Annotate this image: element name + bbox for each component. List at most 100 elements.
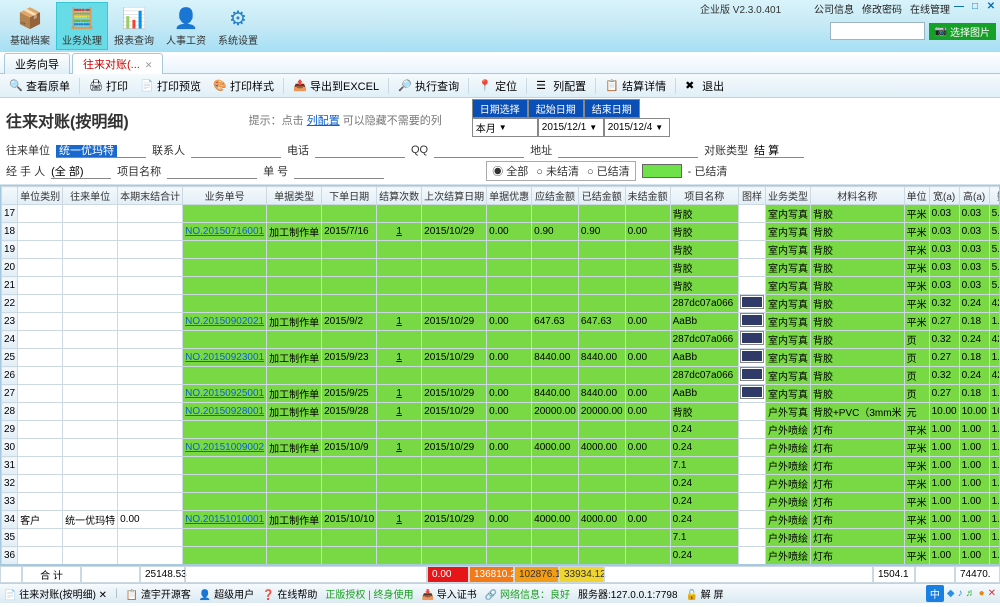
col-上次结算日期[interactable]: 上次结算日期 bbox=[422, 187, 487, 205]
radio-all[interactable]: ◉ 全部 bbox=[492, 163, 528, 179]
select-image-button[interactable]: 📷 选择图片 bbox=[929, 23, 996, 40]
tray-icon[interactable]: ♬ bbox=[966, 588, 976, 599]
tbtn-执行查询[interactable]: 🔎执行查询 bbox=[393, 77, 464, 95]
tbtn-查看原单[interactable]: 🔍查看原单 bbox=[4, 77, 75, 95]
status-tab[interactable]: 📄 往来对账(按明细) ✕ bbox=[4, 586, 107, 601]
table-row[interactable]: 290.24户外喷绘灯布平米1.001.001.001000.001.00100… bbox=[2, 421, 1000, 439]
table-row[interactable]: 18NO.20150716001加工制作单2015/7/1612015/10/2… bbox=[2, 223, 1000, 241]
main-btn-报表查询[interactable]: 📊 报表查询 bbox=[108, 2, 160, 50]
order-link[interactable]: NO.20150928001 bbox=[185, 406, 264, 417]
order-link[interactable]: NO.20151010001 bbox=[185, 514, 264, 525]
order-link[interactable]: NO.20150902021 bbox=[185, 316, 264, 327]
col-单位类别[interactable]: 单位类别 bbox=[18, 187, 63, 205]
tab-业务向导[interactable]: 业务向导 bbox=[4, 53, 70, 74]
in-proj[interactable] bbox=[167, 163, 257, 179]
col-往来单位[interactable]: 往来单位 bbox=[63, 187, 118, 205]
table-row[interactable]: 21背胶室内写真背胶平米0.030.035.0020.000.000.10 bbox=[2, 277, 1000, 295]
in-qq[interactable] bbox=[434, 142, 524, 158]
tbtn-结算详情[interactable]: 📋结算详情 bbox=[600, 77, 671, 95]
maximize-icon[interactable]: □ bbox=[968, 0, 982, 12]
tbtn-退出[interactable]: ✖退出 bbox=[680, 77, 729, 95]
tbtn-打印预览[interactable]: 📄打印预览 bbox=[135, 77, 206, 95]
col-单位[interactable]: 单位 bbox=[904, 187, 929, 205]
unit-chip[interactable]: 统一优玛特 bbox=[56, 145, 117, 157]
main-btn-基础档案[interactable]: 📦 基础档案 bbox=[4, 2, 56, 50]
tray-icon[interactable]: ✕ bbox=[988, 588, 996, 599]
table-row[interactable]: 330.24户外喷绘灯布平米1.001.001.001000.001.00100… bbox=[2, 493, 1000, 511]
in-contact[interactable] bbox=[191, 142, 281, 158]
main-btn-系统设置[interactable]: ⚙ 系统设置 bbox=[212, 2, 264, 50]
date-start[interactable]: 2015/12/1▼ bbox=[538, 118, 604, 137]
radio-unsettled[interactable]: ○ 未结清 bbox=[536, 163, 579, 179]
minimize-icon[interactable]: — bbox=[952, 0, 966, 12]
table-row[interactable]: 23NO.20150902021加工制作单2015/9/212015/10/29… bbox=[2, 313, 1000, 331]
col-已结金额[interactable]: 已结金额 bbox=[578, 187, 625, 205]
link-online[interactable]: 在线管理 bbox=[910, 1, 950, 16]
table-row[interactable]: 360.24户外喷绘灯布平米1.001.001.001000.001.00100… bbox=[2, 547, 1000, 565]
col-数量[interactable]: 数量 bbox=[989, 187, 1000, 205]
col-高(a)[interactable]: 高(a) bbox=[959, 187, 989, 205]
col-业务单号[interactable]: 业务单号 bbox=[183, 187, 267, 205]
link-password[interactable]: 修改密码 bbox=[862, 1, 902, 16]
tray-ime[interactable]: 中 bbox=[926, 585, 944, 602]
tray-icon[interactable]: ● bbox=[979, 588, 985, 599]
order-link[interactable]: NO.20150716001 bbox=[185, 226, 264, 237]
order-link[interactable]: NO.20150923001 bbox=[185, 352, 264, 363]
tbtn-导出到EXCEL[interactable]: 📤导出到EXCEL bbox=[288, 77, 384, 95]
tab-往来对账(...[interactable]: 往来对账(...✕ bbox=[72, 53, 163, 74]
date-sel-type[interactable]: 本月▼ bbox=[472, 118, 538, 137]
col-材料名称[interactable]: 材料名称 bbox=[810, 187, 904, 205]
table-row[interactable]: 27NO.20150925001加工制作单2015/9/2512015/10/2… bbox=[2, 385, 1000, 403]
status-item-1[interactable]: 📋 渣宇开源客 bbox=[126, 586, 191, 601]
table-row[interactable]: 25NO.20150923001加工制作单2015/9/2312015/10/2… bbox=[2, 349, 1000, 367]
col-业务类型[interactable]: 业务类型 bbox=[765, 187, 810, 205]
order-link[interactable]: NO.20150925001 bbox=[185, 388, 264, 399]
table-row[interactable]: 357.1户外喷绘灯布平米1.001.001.001000.001.001000… bbox=[2, 529, 1000, 547]
data-grid[interactable]: 单位类别往来单位本期末结合计业务单号单据类型下单日期结算次数上次结算日期单据优惠… bbox=[0, 185, 1000, 565]
table-row[interactable]: 22287dc07a066室内写真背胶平米0.320.24421.0020.00… bbox=[2, 295, 1000, 313]
table-row[interactable]: 30NO.20151009002加工制作单2015/10/912015/10/2… bbox=[2, 439, 1000, 457]
order-link[interactable]: NO.20151009002 bbox=[185, 442, 264, 453]
in-addr[interactable] bbox=[558, 142, 698, 158]
col-结算次数[interactable]: 结算次数 bbox=[377, 187, 422, 205]
link-company[interactable]: 公司信息 bbox=[814, 1, 854, 16]
table-row[interactable]: 17背胶室内写真背胶平米0.030.035.0020.000.000.10 bbox=[2, 205, 1000, 223]
table-row[interactable]: 317.1户外喷绘灯布平米1.001.001.001000.001.001000… bbox=[2, 457, 1000, 475]
in-rec-type[interactable]: 结 算 bbox=[754, 142, 804, 158]
status-import[interactable]: 📥 导入证书 bbox=[422, 586, 477, 601]
col-项目名称[interactable]: 项目名称 bbox=[670, 187, 738, 205]
main-btn-业务处理[interactable]: 🧮 业务处理 bbox=[56, 2, 108, 50]
close-icon[interactable]: ✕ bbox=[984, 0, 998, 12]
in-no[interactable] bbox=[294, 163, 384, 179]
col-未结金额[interactable]: 未结金额 bbox=[625, 187, 670, 205]
table-row[interactable]: 24287dc07a066室内写真背胶页0.320.24421.0020.000… bbox=[2, 331, 1000, 349]
in-phone[interactable] bbox=[315, 142, 405, 158]
table-row[interactable]: 26287dc07a066室内写真背胶页0.320.24421.0020.000… bbox=[2, 367, 1000, 385]
tray-icon[interactable]: ◆ bbox=[947, 588, 955, 599]
tray-icon[interactable]: ♪ bbox=[958, 588, 963, 599]
tbtn-列配置[interactable]: ☰列配置 bbox=[531, 77, 591, 95]
col-下单日期[interactable]: 下单日期 bbox=[322, 187, 377, 205]
table-row[interactable]: 28NO.20150928001加工制作单2015/9/2812015/10/2… bbox=[2, 403, 1000, 421]
tbtn-打印[interactable]: 🖨打印 bbox=[84, 77, 133, 95]
tbtn-定位[interactable]: 📍定位 bbox=[473, 77, 522, 95]
table-row[interactable]: 20背胶室内写真背胶平米0.030.035.0020.000.000.10 bbox=[2, 259, 1000, 277]
col-本期末结合计[interactable]: 本期末结合计 bbox=[118, 187, 183, 205]
col-图样[interactable]: 图样 bbox=[738, 187, 765, 205]
tbtn-打印样式[interactable]: 🎨打印样式 bbox=[208, 77, 279, 95]
table-row[interactable]: 320.24户外喷绘灯布平米1.001.001.001000.001.00100… bbox=[2, 475, 1000, 493]
tab-close-icon[interactable]: ✕ bbox=[145, 60, 153, 70]
in-handler[interactable]: (全 部) bbox=[51, 163, 111, 179]
col-单据类型[interactable]: 单据类型 bbox=[267, 187, 322, 205]
col-单据优惠[interactable]: 单据优惠 bbox=[487, 187, 532, 205]
main-btn-人事工资[interactable]: 👤 人事工资 bbox=[160, 2, 212, 50]
date-end[interactable]: 2015/12/4▼ bbox=[604, 118, 670, 137]
col-应结金额[interactable]: 应结金额 bbox=[532, 187, 579, 205]
col-[interactable] bbox=[2, 187, 18, 205]
hint-link[interactable]: 列配置 bbox=[307, 115, 340, 127]
table-row[interactable]: 34客户统一优玛特0.00NO.20151010001加工制作单2015/10/… bbox=[2, 511, 1000, 529]
status-item-3[interactable]: ❓ 在线帮助 bbox=[262, 586, 317, 601]
table-row[interactable]: 19背胶室内写真背胶平米0.030.035.0020.000.000.10 bbox=[2, 241, 1000, 259]
header-search-input[interactable] bbox=[830, 22, 925, 40]
status-unlock[interactable]: 🔓 解 屏 bbox=[686, 586, 724, 601]
